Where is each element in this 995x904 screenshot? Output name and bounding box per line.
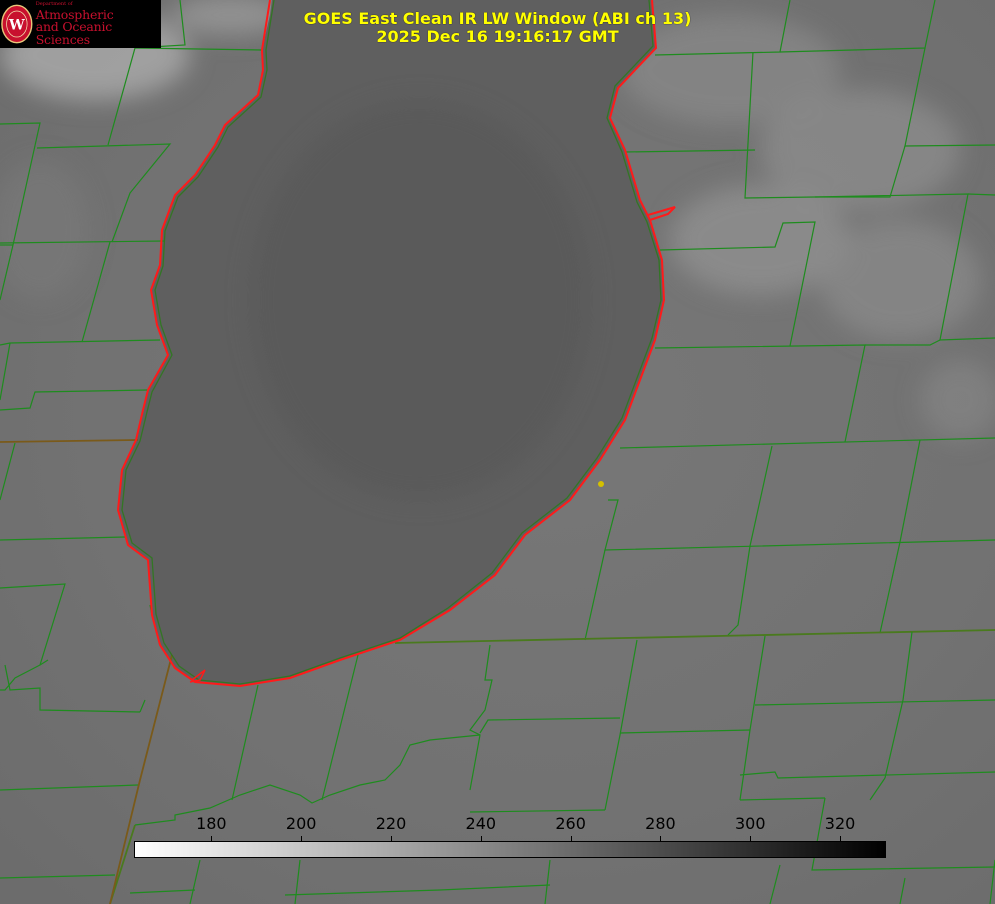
title-line1: GOES East Clean IR LW Window (ABI ch 13) bbox=[303, 9, 692, 28]
colorbar-tick-label: 200 bbox=[285, 814, 317, 833]
colorbar-tick-label: 300 bbox=[734, 814, 766, 833]
title-timestamp: 2025 Dec 16 19:16:17 GMT bbox=[376, 27, 619, 46]
colorbar-tick-label: 180 bbox=[196, 814, 227, 833]
city-marker bbox=[598, 481, 604, 487]
image-title: GOES East Clean IR LW Window (ABI ch 13)… bbox=[0, 10, 995, 46]
satellite-map[interactable] bbox=[0, 0, 995, 904]
lake-shade bbox=[250, 100, 590, 500]
colorbar-tick-label: 220 bbox=[375, 814, 407, 833]
colorbar bbox=[134, 841, 886, 858]
colorbar-tick-label: 320 bbox=[824, 814, 856, 833]
colorbar-tick-label: 260 bbox=[555, 814, 586, 833]
colorbar-tick-label: 280 bbox=[645, 814, 676, 833]
colorbar-tick-label: 240 bbox=[465, 814, 497, 833]
logo-department: Department of bbox=[35, 0, 73, 7]
